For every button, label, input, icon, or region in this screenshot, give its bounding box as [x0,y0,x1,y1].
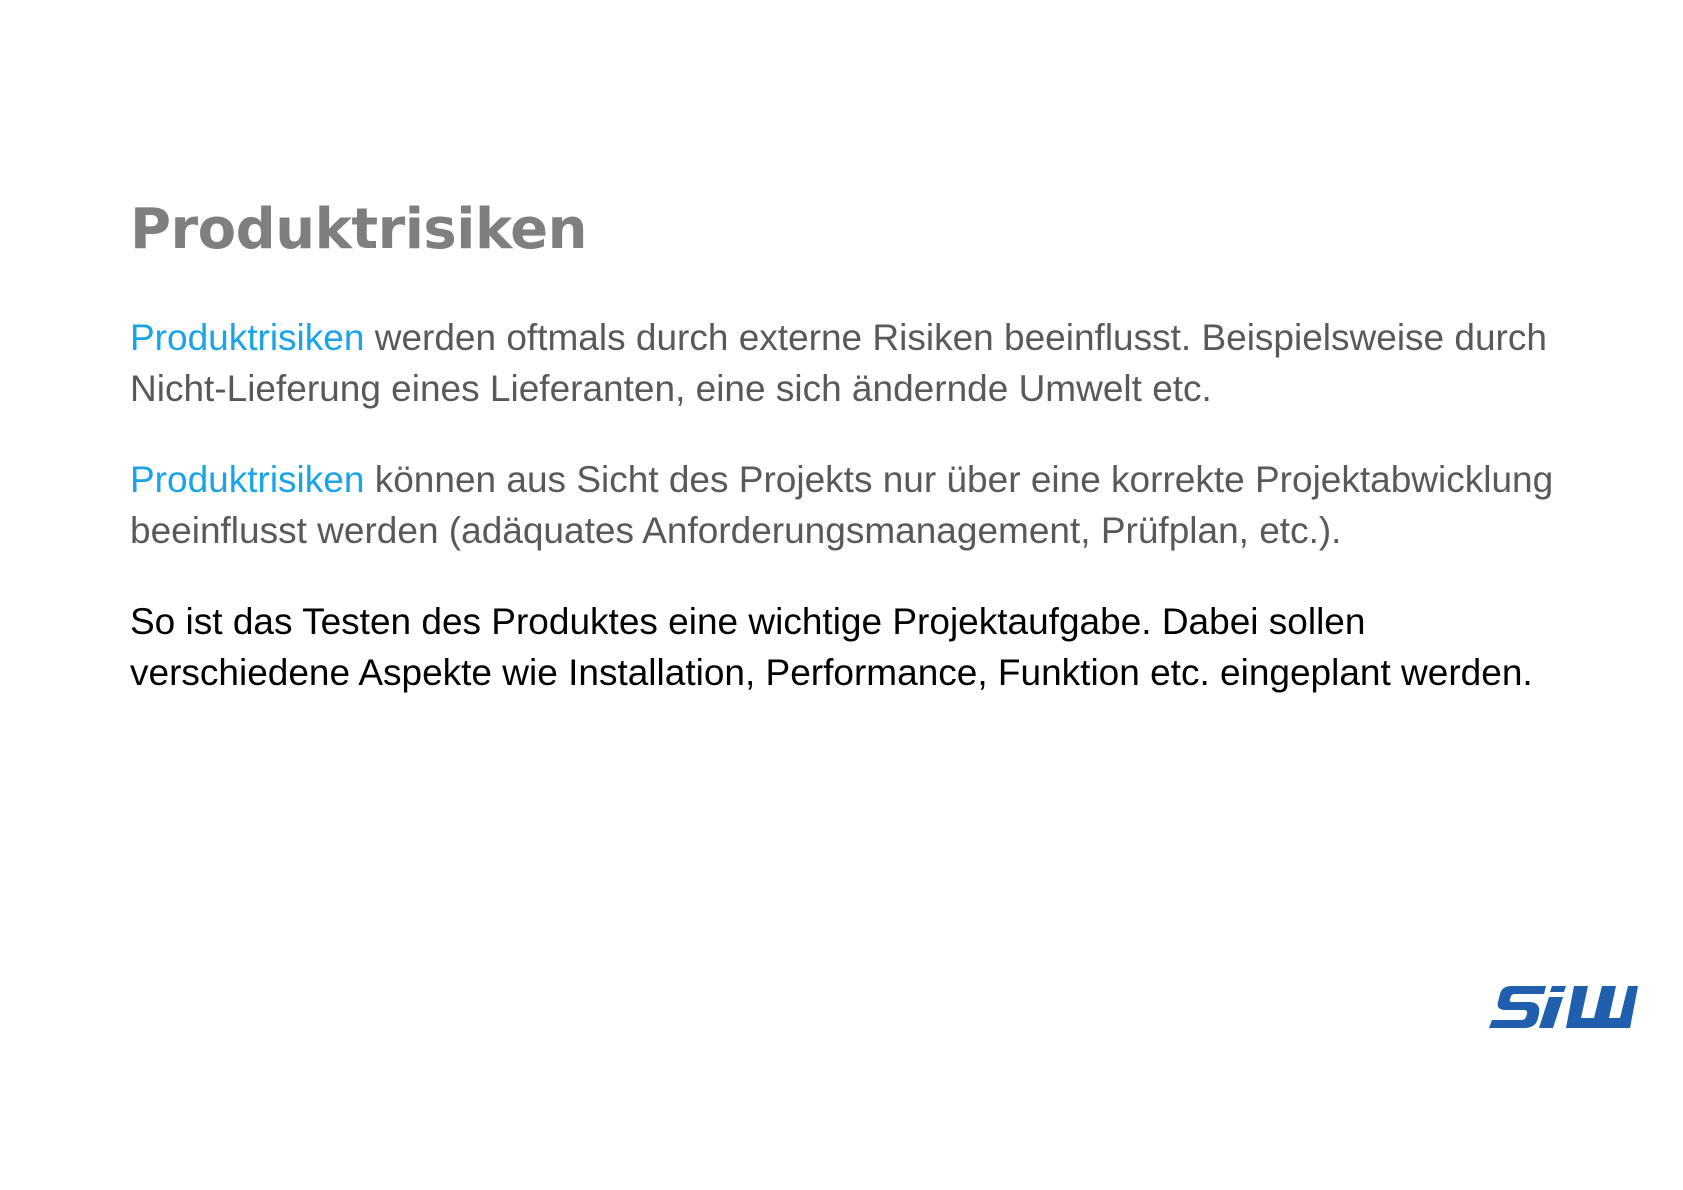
highlight-term: Produktrisiken [130,459,365,500]
siw-logo-graphic [1489,986,1638,1028]
paragraph-3: So ist das Testen des Produktes eine wic… [130,596,1590,698]
paragraph-text: So ist das Testen des Produktes eine wic… [130,601,1533,693]
siw-logo-letters [1489,986,1638,1028]
siw-logo [1486,982,1638,1032]
highlight-term: Produktrisiken [130,317,365,358]
paragraph-1: Produktrisiken werden oftmals durch exte… [130,312,1590,414]
slide: Produktrisiken Produktrisiken werden oft… [0,0,1683,1190]
paragraph-2: Produktrisiken können aus Sicht des Proj… [130,454,1590,556]
slide-body: Produktrisiken werden oftmals durch exte… [130,312,1590,738]
slide-title: Produktrisiken [130,197,588,262]
